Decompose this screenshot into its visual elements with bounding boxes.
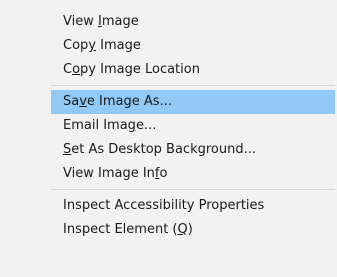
menu-item-inspect-accessibility-properties[interactable]: Inspect Accessibility Properties — [51, 194, 335, 218]
menu-item-label: Copy Image Location — [63, 62, 200, 77]
menu-item-copy-image-location[interactable]: Copy Image Location — [51, 58, 335, 82]
menu-item-label: Set As Desktop Background... — [63, 142, 256, 157]
menu-item-inspect-element[interactable]: Inspect Element (Q) — [51, 218, 335, 242]
menu-item-view-image-info[interactable]: View Image Info — [51, 162, 335, 186]
menu-item-label: Inspect Accessibility Properties — [63, 198, 265, 213]
menu-item-view-image[interactable]: View Image — [51, 10, 335, 34]
menu-item-save-image-as[interactable]: Save Image As... — [51, 90, 335, 114]
menu-item-email-image[interactable]: Email Image... — [51, 114, 335, 138]
menu-item-label: Copy Image — [63, 38, 141, 53]
menu-item-label: Save Image As... — [63, 94, 172, 109]
menu-item-label: Inspect Element (Q) — [63, 222, 193, 237]
menu-item-label: View Image — [63, 14, 139, 29]
menu-item-set-as-desktop-background[interactable]: Set As Desktop Background... — [51, 138, 335, 162]
menu-item-copy-image[interactable]: Copy Image — [51, 34, 335, 58]
context-menu-list: View Image Copy Image Copy Image Locatio… — [51, 4, 335, 277]
menu-separator — [51, 189, 335, 190]
menu-item-label: Email Image... — [63, 118, 157, 133]
context-menu: View Image Copy Image Copy Image Locatio… — [0, 0, 337, 277]
menu-item-label: View Image Info — [63, 166, 168, 181]
menu-separator — [51, 85, 335, 86]
